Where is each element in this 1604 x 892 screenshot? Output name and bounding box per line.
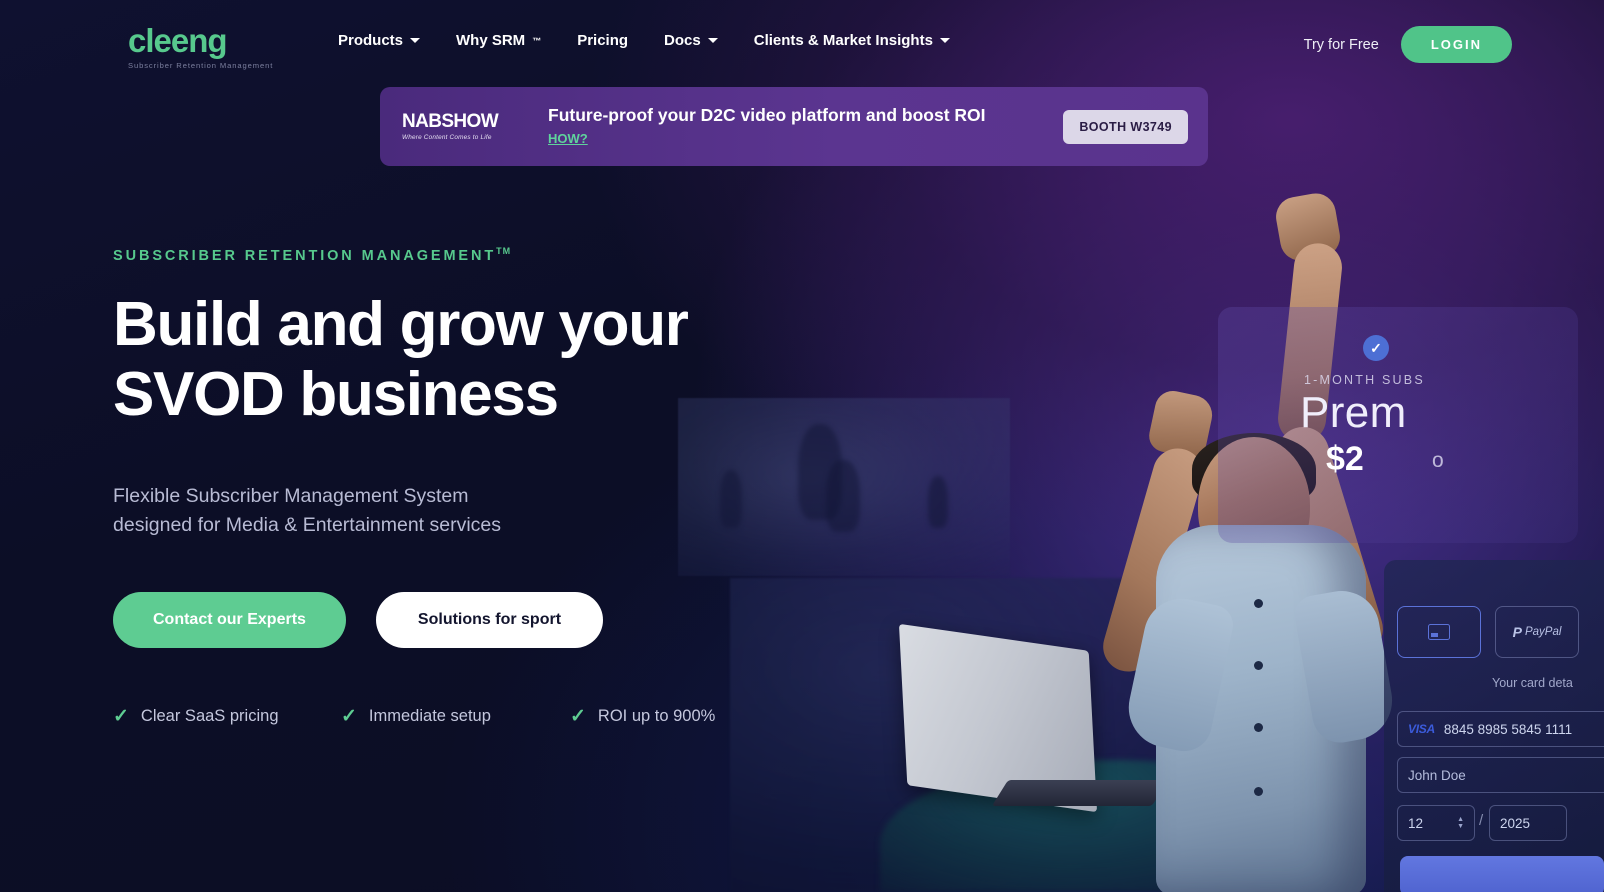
hero-subtitle-line-2: designed for Media & Entertainment servi… [113, 514, 502, 537]
check-icon: ✓ [341, 706, 357, 728]
nabshow-logo: NABSHOW Where Content Comes to Life [402, 112, 524, 141]
checkout-submit-button[interactable] [1400, 856, 1604, 892]
check-circle-icon: ✓ [1363, 335, 1389, 361]
hero-cta-row: Contact our Experts Solutions for sport [113, 592, 753, 649]
banner-headline: Future-proof your D2C video platform and… [548, 104, 986, 125]
hero-eyebrow: SUBSCRIBER RETENTION MANAGEMENTTM [113, 246, 753, 264]
cheering-man-photo [1090, 190, 1420, 892]
cardholder-name-input[interactable]: John Doe [1397, 757, 1604, 793]
paypal-label: PayPal [1524, 626, 1562, 638]
feature-item: ✓ ROI up to 900% [570, 707, 715, 726]
card-number-value: 8845 8985 5845 1111 [1443, 721, 1573, 737]
feature-item: ✓ Immediate setup [341, 707, 570, 726]
solutions-for-sport-button[interactable]: Solutions for sport [375, 592, 604, 649]
cardholder-name-value: John Doe [1408, 767, 1466, 783]
premium-plan-name: Prem [1300, 388, 1407, 437]
nav-label: Products [338, 32, 404, 49]
logo-tagline: Subscriber Retention Management [128, 61, 274, 70]
nabshow-wordmark: NABSHOW [402, 111, 499, 132]
chevron-down-icon [939, 38, 950, 43]
crowd-image-panel [730, 578, 1230, 892]
contact-experts-button[interactable]: Contact our Experts [113, 592, 346, 649]
banner-copy: Future-proof your D2C video platform and… [548, 105, 1063, 149]
paypal-icon: P PayPal [1513, 624, 1562, 640]
hero-subtitle-line-1: Flexible Subscriber Management System [113, 484, 469, 507]
card-number-input[interactable]: VISA 8845 8985 5845 1111 [1397, 711, 1604, 747]
feature-item: ✓ Clear SaaS pricing [113, 707, 341, 726]
nav-label: Clients & Market Insights [753, 32, 933, 49]
booth-badge: BOOTH W3749 [1063, 109, 1188, 144]
stepper-arrows-icon[interactable]: ▲ ▼ [1457, 816, 1464, 830]
hero-feature-list: ✓ Clear SaaS pricing ✓ Immediate setup ✓… [113, 707, 753, 726]
premium-subscription-label: 1-MONTH SUBS [1304, 373, 1425, 387]
nav-item-docs[interactable]: Docs [664, 32, 718, 49]
try-for-free-link[interactable]: Try for Free [1304, 37, 1379, 53]
nav-item-why-srm[interactable]: Why SRM ™ [456, 32, 541, 49]
visa-icon: VISA [1408, 722, 1435, 736]
expiry-separator: / [1479, 812, 1484, 829]
nav-label: Why SRM [456, 32, 526, 49]
hero-section: SUBSCRIBER RETENTION MANAGEMENTTM Build … [113, 246, 753, 726]
feature-label: Immediate setup [368, 707, 491, 726]
premium-price: $2 [1326, 440, 1364, 478]
hero-eyebrow-text: SUBSCRIBER RETENTION MANAGEMENT [113, 247, 497, 264]
nav-label: Docs [664, 32, 701, 49]
lap-shape [880, 760, 1310, 892]
expiry-year-stepper[interactable]: 2025 [1489, 805, 1567, 841]
hero-title-line-2: SVOD business [113, 359, 559, 429]
trademark-icon: TM [496, 246, 512, 256]
paypal-p-glyph: P [1512, 624, 1522, 640]
header-actions: Try for Free LOGIN [1304, 26, 1512, 63]
premium-period: o [1432, 449, 1444, 472]
feature-label: Clear SaaS pricing [140, 707, 279, 726]
primary-navigation: Products Why SRM ™ Pricing Docs Clients &… [338, 32, 950, 49]
nabshow-tagline: Where Content Comes to Life [402, 134, 492, 141]
landing-page: ✓ 1-MONTH SUBS Prem $2 o P PayPal Your c… [0, 0, 1604, 892]
expiry-month-value: 12 [1408, 815, 1424, 831]
nav-item-pricing[interactable]: Pricing [577, 32, 628, 49]
nav-item-clients-market-insights[interactable]: Clients & Market Insights [754, 32, 950, 49]
hero-title: Build and grow your SVOD business [113, 290, 753, 430]
hero-title-line-1: Build and grow your [113, 289, 689, 359]
nav-item-products[interactable]: Products [338, 32, 421, 49]
check-icon: ✓ [113, 706, 129, 728]
login-button[interactable]: LOGIN [1400, 26, 1512, 63]
nav-label: Pricing [577, 32, 629, 49]
laptop-base [991, 780, 1169, 806]
expiry-month-stepper[interactable]: 12 ▲ ▼ [1397, 805, 1475, 841]
hero-subtitle: Flexible Subscriber Management System de… [113, 482, 753, 541]
site-header: cleeng Subscriber Retention Management P… [0, 0, 1604, 90]
trademark-icon: ™ [532, 35, 542, 46]
payment-tab-card[interactable] [1397, 606, 1481, 658]
laptop-lid [898, 623, 1098, 813]
cleeng-logo[interactable]: cleeng Subscriber Retention Management [128, 24, 273, 70]
chevron-down-icon [707, 38, 718, 43]
logo-wordmark: cleeng [128, 22, 228, 59]
card-details-label: Your card deta [1492, 676, 1573, 690]
feature-label: ROI up to 900% [597, 707, 716, 726]
payment-method-tabs: P PayPal [1397, 606, 1579, 658]
banner-how-link[interactable]: HOW? [548, 131, 588, 146]
check-icon: ✓ [570, 706, 586, 728]
nab-promo-banner[interactable]: NABSHOW Where Content Comes to Life Futu… [380, 87, 1208, 166]
credit-card-icon [1428, 624, 1450, 640]
payment-tab-paypal[interactable]: P PayPal [1495, 606, 1579, 658]
expiry-year-value: 2025 [1500, 815, 1531, 831]
chevron-down-icon [410, 38, 421, 43]
